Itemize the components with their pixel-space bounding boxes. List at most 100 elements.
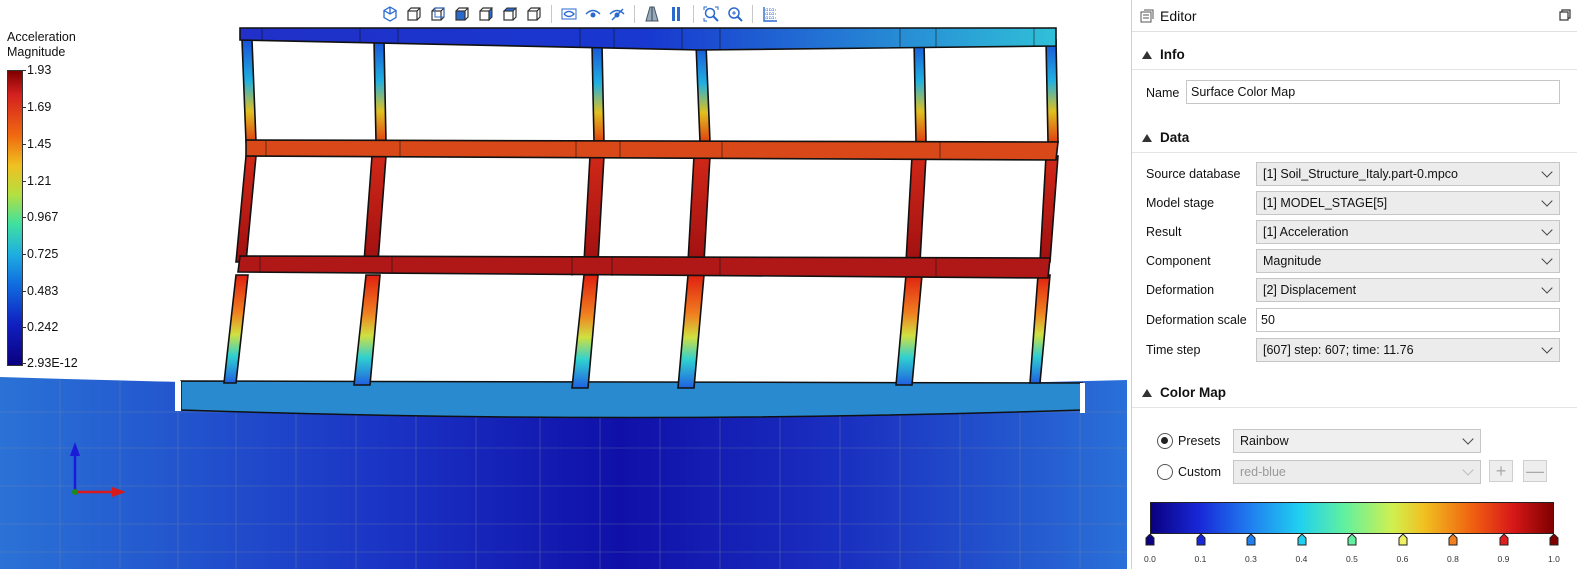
component-label: Component bbox=[1146, 254, 1211, 268]
custom-radio[interactable] bbox=[1157, 464, 1173, 480]
legend-title: Acceleration Magnitude bbox=[7, 30, 76, 59]
legend-tick: 0.725 bbox=[21, 247, 59, 261]
presets-radio[interactable] bbox=[1157, 433, 1173, 449]
time-step-select[interactable]: [607] step: 607; time: 11.76 bbox=[1256, 338, 1560, 362]
undock-icon[interactable] bbox=[1559, 9, 1571, 21]
result-label: Result bbox=[1146, 225, 1182, 239]
source-row: Source database bbox=[1146, 162, 1256, 186]
view-toolbar bbox=[380, 4, 780, 24]
colormap-stop-handle[interactable] bbox=[1297, 533, 1307, 546]
colormap-preview[interactable] bbox=[1150, 502, 1554, 534]
add-stop-button[interactable]: + bbox=[1489, 460, 1513, 482]
hide-icon[interactable] bbox=[559, 4, 579, 24]
colormap-stop-label: 0.5 bbox=[1346, 554, 1358, 564]
zoom-icon[interactable] bbox=[725, 4, 745, 24]
chevron-down-icon bbox=[1462, 433, 1474, 445]
colormap-stop-handle[interactable] bbox=[1549, 533, 1559, 546]
presets-label: Presets bbox=[1178, 434, 1221, 448]
deformation-select[interactable]: [2] Displacement bbox=[1256, 278, 1560, 302]
deformation-scale-label: Deformation scale bbox=[1146, 313, 1247, 327]
color-legend: Acceleration Magnitude 1.93 1.69 1.45 1.… bbox=[7, 30, 97, 370]
info-header-label: Info bbox=[1160, 47, 1185, 62]
component-value: Magnitude bbox=[1263, 254, 1322, 268]
bottom-view-icon[interactable] bbox=[524, 4, 544, 24]
custom-row: Custom bbox=[1178, 460, 1221, 484]
show-only-icon[interactable] bbox=[607, 4, 627, 24]
iso-view-icon[interactable] bbox=[380, 4, 400, 24]
scale-row: Deformation scale bbox=[1146, 308, 1256, 332]
colormap-stop-label: 0.3 bbox=[1245, 554, 1257, 564]
source-database-select[interactable]: [1] Soil_Structure_Italy.part-0.mpco bbox=[1256, 162, 1560, 186]
model-render bbox=[0, 27, 1127, 569]
legend-tick: 0.967 bbox=[21, 210, 59, 224]
colormap-stop-handle[interactable] bbox=[1196, 533, 1206, 546]
colormap-stop-label: 0.0 bbox=[1144, 554, 1156, 564]
perspective-icon[interactable] bbox=[642, 4, 662, 24]
collapse-triangle-icon bbox=[1142, 50, 1152, 59]
data-header-label: Data bbox=[1160, 130, 1190, 145]
3d-viewport[interactable]: Acceleration Magnitude 1.93 1.69 1.45 1.… bbox=[0, 0, 1127, 569]
presets-row: Presets bbox=[1178, 429, 1220, 453]
presets-value: Rainbow bbox=[1240, 434, 1289, 448]
legend-tick: 2.93E-12 bbox=[22, 356, 78, 370]
parallel-icon[interactable] bbox=[666, 4, 686, 24]
time-step-value: [607] step: 607; time: 11.76 bbox=[1263, 343, 1414, 357]
chevron-down-icon bbox=[1541, 166, 1553, 178]
colormap-stop-handle[interactable] bbox=[1347, 533, 1357, 546]
component-select[interactable]: Magnitude bbox=[1256, 249, 1560, 273]
custom-value: red-blue bbox=[1240, 465, 1286, 479]
stage-row: Model stage bbox=[1146, 191, 1256, 215]
chevron-down-icon bbox=[1541, 195, 1553, 207]
legend-tick: 1.93 bbox=[21, 63, 52, 77]
collapse-triangle-icon bbox=[1142, 133, 1152, 142]
deformation-value: [2] Displacement bbox=[1263, 283, 1357, 297]
remove-stop-button[interactable]: — bbox=[1523, 460, 1547, 482]
top-view-icon[interactable] bbox=[500, 4, 520, 24]
component-row: Component bbox=[1146, 249, 1256, 273]
name-row: Name bbox=[1146, 81, 1179, 105]
colormap-stop-label: 1.0 bbox=[1548, 554, 1560, 564]
grid-icon[interactable] bbox=[760, 4, 780, 24]
stage-label: Model stage bbox=[1146, 196, 1215, 210]
source-database-value: [1] Soil_Structure_Italy.part-0.mpco bbox=[1263, 167, 1458, 181]
deformation-row: Deformation bbox=[1146, 278, 1256, 302]
custom-select[interactable]: red-blue bbox=[1233, 460, 1481, 484]
model-stage-value: [1] MODEL_STAGE[5] bbox=[1263, 196, 1388, 210]
colormap-stop-handle[interactable] bbox=[1448, 533, 1458, 546]
editor-panel: Editor Info Name Surface Color Map Data … bbox=[1131, 0, 1577, 569]
model-stage-select[interactable]: [1] MODEL_STAGE[5] bbox=[1256, 191, 1560, 215]
colormap-stop-handle[interactable] bbox=[1246, 533, 1256, 546]
colormap-stop-label: 0.6 bbox=[1396, 554, 1409, 564]
legend-tick: 1.69 bbox=[21, 100, 52, 114]
left-view-icon[interactable] bbox=[452, 4, 472, 24]
name-field[interactable]: Surface Color Map bbox=[1186, 80, 1560, 104]
legend-tick: 0.242 bbox=[21, 320, 59, 334]
colormap-stop-label: 0.4 bbox=[1295, 554, 1308, 564]
zoom-fit-icon[interactable] bbox=[701, 4, 721, 24]
editor-header: Editor bbox=[1132, 0, 1577, 32]
show-icon[interactable] bbox=[583, 4, 603, 24]
time-row: Time step bbox=[1146, 338, 1256, 362]
name-label: Name bbox=[1146, 86, 1180, 100]
front-view-icon[interactable] bbox=[404, 4, 424, 24]
toolbar-separator bbox=[551, 5, 552, 23]
source-label: Source database bbox=[1146, 167, 1241, 181]
deformation-scale-field[interactable]: 50 bbox=[1256, 308, 1560, 332]
presets-select[interactable]: Rainbow bbox=[1233, 429, 1481, 453]
right-view-icon[interactable] bbox=[476, 4, 496, 24]
colormap-section-header[interactable]: Color Map bbox=[1132, 378, 1577, 408]
result-select[interactable]: [1] Acceleration bbox=[1256, 220, 1560, 244]
toolbar-separator bbox=[634, 5, 635, 23]
data-section-header[interactable]: Data bbox=[1132, 123, 1577, 153]
colormap-stop-handle[interactable] bbox=[1398, 533, 1408, 546]
editor-icon bbox=[1140, 9, 1154, 22]
colormap-stop-handle[interactable] bbox=[1499, 533, 1509, 546]
chevron-down-icon bbox=[1541, 224, 1553, 236]
collapse-triangle-icon bbox=[1142, 388, 1152, 397]
chevron-down-icon bbox=[1462, 464, 1474, 476]
legend-tick: 0.483 bbox=[21, 284, 59, 298]
back-view-icon[interactable] bbox=[428, 4, 448, 24]
chevron-down-icon bbox=[1541, 342, 1553, 354]
info-section-header[interactable]: Info bbox=[1132, 40, 1577, 70]
colormap-stop-handle[interactable] bbox=[1145, 533, 1155, 546]
